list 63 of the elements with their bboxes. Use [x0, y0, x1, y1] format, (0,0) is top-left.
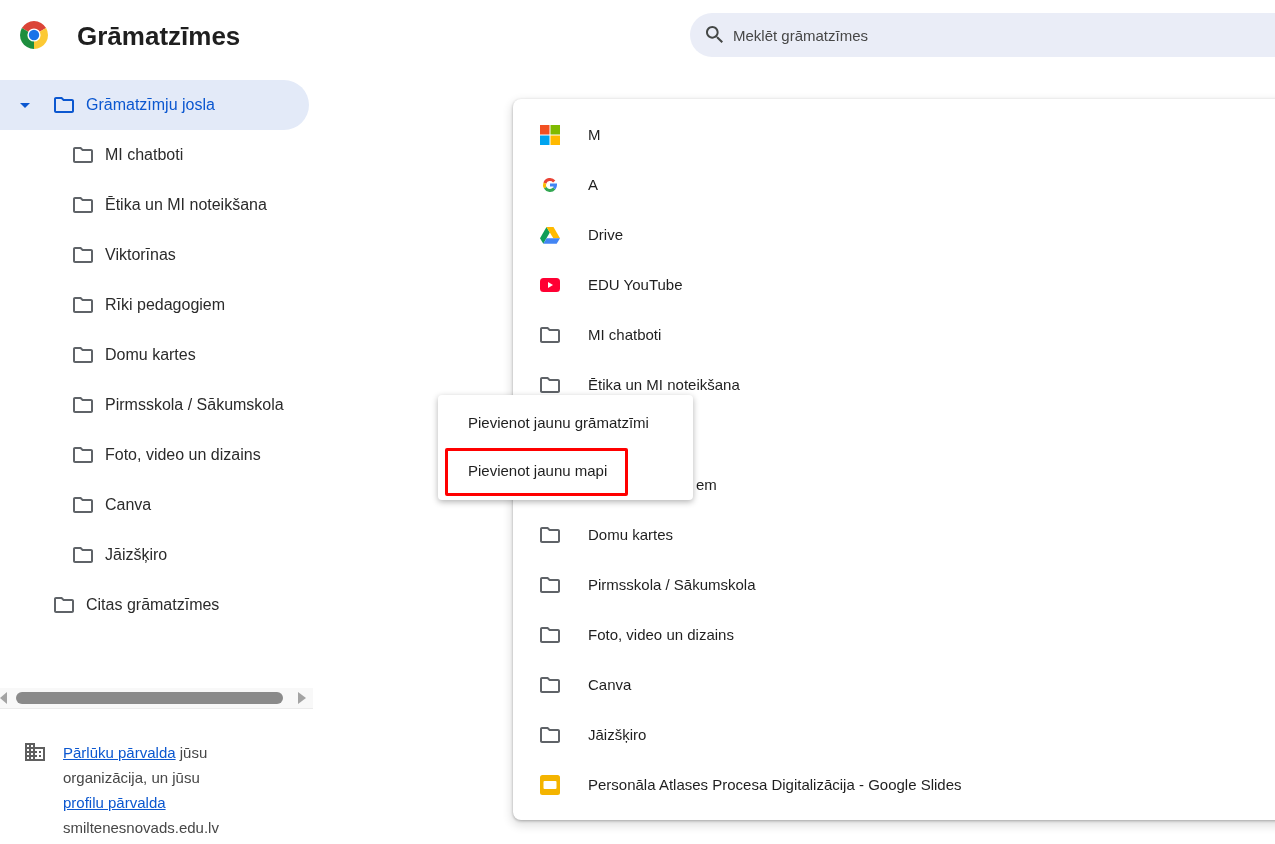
- folder-icon: [73, 297, 93, 313]
- tree-item[interactable]: Foto, video un dizains: [0, 430, 309, 480]
- bookmark-row[interactable]: Pirmsskola / Sākumskola: [513, 575, 762, 595]
- folder-icon: [73, 397, 93, 413]
- expand-arrow-icon[interactable]: [20, 102, 30, 108]
- search-icon: [706, 26, 723, 43]
- menu-item[interactable]: Pievienot jaunu grāmatzīmi: [445, 400, 670, 448]
- managed-notice-text: Pārlūku pārvalda jūsu organizācija, un jūsu profilu pārvalda: [63, 743, 209, 813]
- folder-icon: [540, 577, 560, 593]
- tree-item[interactable]: Domu kartes: [0, 330, 309, 380]
- bookmark-row[interactable]: M: [513, 125, 607, 145]
- domain-text: smiltenesnovads.edu.lv: [63, 818, 220, 838]
- triangle-logo-icon: [540, 226, 560, 244]
- folder-icon: [73, 547, 93, 563]
- folder-icon: [54, 97, 74, 113]
- page-title: Grāmatzīmes: [77, 20, 241, 52]
- tree-item[interactable]: Grāmatzīmju josla: [0, 80, 309, 130]
- folder-icon: [73, 247, 93, 263]
- tree-item[interactable]: Citas grāmatzīmes: [0, 580, 309, 630]
- tree-item[interactable]: Pirmsskola / Sākumskola: [0, 380, 309, 430]
- play-button-icon: [540, 278, 560, 292]
- folder-icon: [540, 527, 560, 543]
- bookmark-row[interactable]: Personāla Atlases Procesa Digitalizācija - Google Slides: [513, 775, 968, 795]
- tree-item[interactable]: MI chatboti: [0, 130, 309, 180]
- presentation-icon: [540, 775, 560, 795]
- bookmark-title: em: [696, 475, 717, 495]
- folder-icon: [73, 347, 93, 363]
- menu-item[interactable]: Pievienot jaunu mapi: [445, 448, 629, 496]
- text-link[interactable]: profilu pārvalda: [63, 794, 166, 811]
- g-logo-icon: [540, 177, 560, 193]
- bookmark-row[interactable]: MI chatboti: [513, 325, 668, 345]
- folder-icon: [73, 447, 93, 463]
- folder-icon: [73, 197, 93, 213]
- scroll-left-icon[interactable]: [0, 692, 8, 704]
- text-link[interactable]: Pārlūku pārvalda: [63, 744, 176, 761]
- folder-icon: [540, 627, 560, 643]
- building-icon: [25, 743, 45, 761]
- bookmark-row[interactable]: Ētika un MI noteikšana: [513, 375, 746, 395]
- search-field[interactable]: Meklēt grāmatzīmes: [690, 13, 1275, 57]
- four-squares-icon: [540, 125, 560, 145]
- bookmark-row[interactable]: Jāizšķiro: [513, 725, 653, 745]
- bookmark-row[interactable]: A: [513, 175, 604, 195]
- folder-icon: [540, 327, 560, 343]
- tree-item[interactable]: Ētika un MI noteikšana: [0, 180, 309, 230]
- bookmark-row[interactable]: Foto, video un dizains: [513, 625, 740, 645]
- scrollbar-track[interactable]: [0, 688, 313, 709]
- scroll-right-icon[interactable]: [298, 692, 306, 704]
- tree-item[interactable]: Jāizšķiro: [0, 530, 309, 580]
- folder-icon: [73, 147, 93, 163]
- folder-icon: [540, 677, 560, 693]
- bookmark-row[interactable]: Canva: [513, 675, 638, 695]
- tree-item[interactable]: Viktorīnas: [0, 230, 309, 280]
- scrollbar-thumb[interactable]: [16, 692, 283, 704]
- folder-icon: [73, 497, 93, 513]
- folder-icon: [540, 727, 560, 743]
- bookmark-row[interactable]: Domu kartes: [513, 525, 680, 545]
- folder-icon: [54, 597, 74, 613]
- bookmark-row[interactable]: Drive: [513, 225, 629, 245]
- app-logo-icon: [20, 21, 48, 49]
- bookmark-row[interactable]: EDU YouTube: [513, 275, 689, 295]
- folder-icon: [540, 377, 560, 393]
- tree-item[interactable]: Canva: [0, 480, 309, 530]
- tree-item[interactable]: Rīki pedagogiem: [0, 280, 309, 330]
